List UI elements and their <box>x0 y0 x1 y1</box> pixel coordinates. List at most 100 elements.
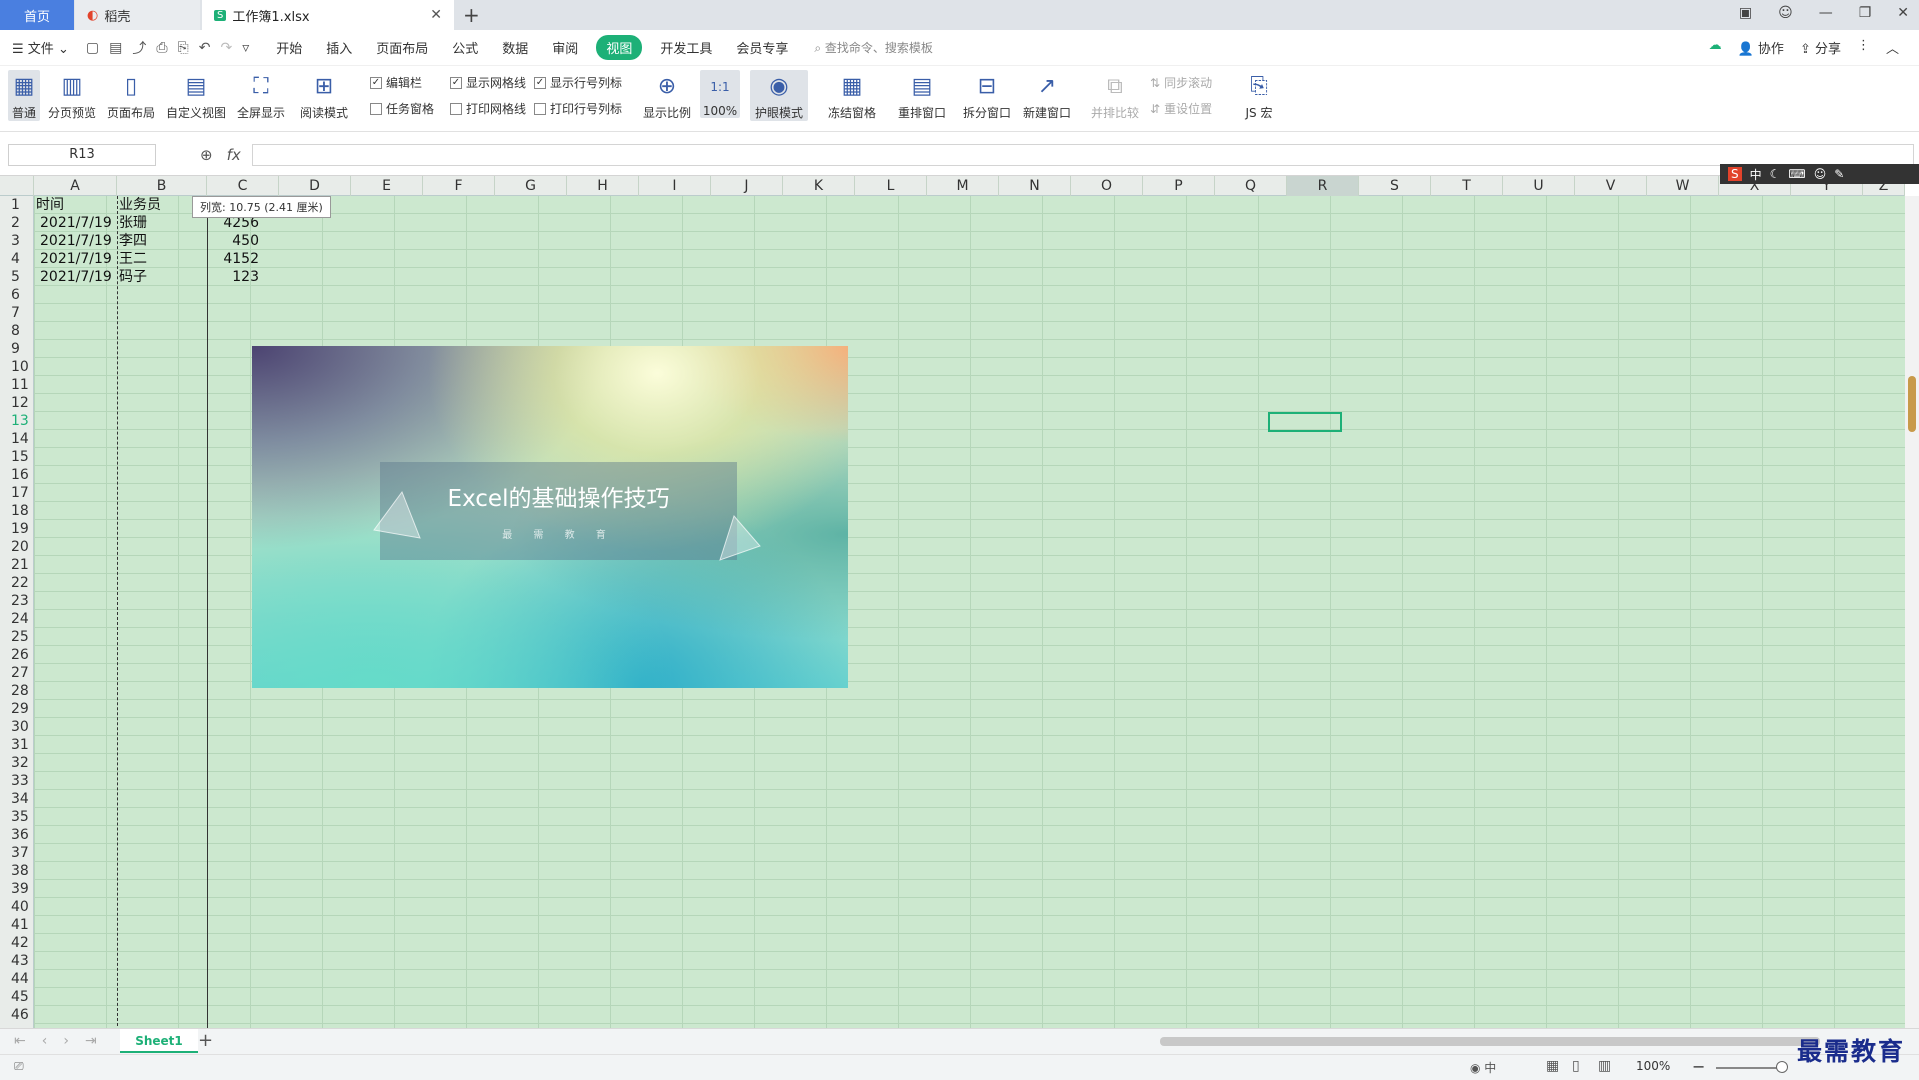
row-header-cell[interactable]: 1 <box>0 196 34 214</box>
row-header-cell[interactable]: 39 <box>0 880 34 898</box>
zoom-formula-icon[interactable]: ⊕ <box>200 146 213 164</box>
page-preview-button[interactable]: ▥ 分页预览 <box>46 70 98 121</box>
command-search[interactable]: ⌕ 查找命令、搜索模板 <box>814 39 933 56</box>
row-header-cell[interactable]: 5 <box>0 268 34 286</box>
cell-c3[interactable]: 450 <box>207 232 259 250</box>
row-header-cell[interactable]: 30 <box>0 718 34 736</box>
cell-c4[interactable]: 4152 <box>207 250 259 268</box>
task-pane-checkbox[interactable]: 任务窗格 <box>370 100 434 117</box>
macro-button[interactable]: ⎘ JS 宏 <box>1236 70 1282 121</box>
column-header-cell[interactable]: A <box>34 176 117 196</box>
menu-start[interactable]: 开始 <box>264 38 314 57</box>
formula-input[interactable] <box>252 144 1914 166</box>
reading-mode-button[interactable]: ⊞ 阅读模式 <box>294 70 354 121</box>
vertical-scrollbar[interactable] <box>1905 196 1919 1028</box>
row-header-cell[interactable]: 10 <box>0 358 34 376</box>
cell-b4[interactable]: 王二 <box>119 250 147 268</box>
macro-record-icon[interactable]: ⎚ <box>14 1059 24 1074</box>
row-header-cell[interactable]: 29 <box>0 700 34 718</box>
row-header-cell[interactable]: 11 <box>0 376 34 394</box>
cell-a1[interactable]: 时间 <box>36 196 64 214</box>
cloud-sync-icon[interactable]: ☁ <box>1709 38 1722 57</box>
add-sheet-button[interactable]: + <box>198 1030 213 1051</box>
row-header-cell[interactable]: 17 <box>0 484 34 502</box>
column-header-cell[interactable]: S <box>1359 176 1431 196</box>
layout-icon[interactable]: ▣ <box>1739 5 1752 21</box>
menu-member[interactable]: 会员专享 <box>724 38 800 57</box>
share-button[interactable]: ⇪ 分享 <box>1800 38 1841 57</box>
cell-b5[interactable]: 码子 <box>119 268 147 286</box>
next-sheet-icon[interactable]: › <box>63 1033 69 1049</box>
column-header-cell[interactable]: J <box>711 176 783 196</box>
column-header-cell[interactable]: C <box>207 176 279 196</box>
collapse-ribbon-icon[interactable]: ︿ <box>1886 38 1899 57</box>
ime-mode[interactable]: 中 <box>1750 166 1762 183</box>
tool-icon[interactable]: ✎ <box>1834 167 1844 181</box>
column-header-cell[interactable]: G <box>495 176 567 196</box>
print-icon[interactable]: ⎙ <box>151 40 172 56</box>
tab-home[interactable]: 首页 <box>0 0 74 30</box>
row-header-cell[interactable]: 33 <box>0 772 34 790</box>
row-header-cell[interactable]: 28 <box>0 682 34 700</box>
cell-c5[interactable]: 123 <box>207 268 259 286</box>
row-header-cell[interactable]: 34 <box>0 790 34 808</box>
row-header-cell[interactable]: 26 <box>0 646 34 664</box>
row-header-cell[interactable]: 22 <box>0 574 34 592</box>
save-icon[interactable]: ▤ <box>104 40 127 56</box>
name-box[interactable]: R13 <box>8 144 156 166</box>
zoom-button[interactable]: ⊕ 显示比例 <box>640 70 694 121</box>
cell-a2[interactable]: 2021/7/19 <box>40 214 112 232</box>
export-icon[interactable]: ⤴ <box>127 38 151 58</box>
show-gridlines-checkbox[interactable]: ✓ 显示网格线 <box>450 74 526 91</box>
first-sheet-icon[interactable]: ⇤ <box>14 1033 26 1049</box>
row-header-cell[interactable]: 35 <box>0 808 34 826</box>
fullscreen-button[interactable]: ⛶ 全屏显示 <box>234 70 288 121</box>
avatar[interactable]: ☺ <box>1778 5 1793 21</box>
row-header-cell[interactable]: 32 <box>0 754 34 772</box>
fx-icon[interactable]: fx <box>227 146 241 164</box>
print-headers-checkbox[interactable]: 打印行号列标 <box>534 100 622 117</box>
row-header-cell[interactable]: 45 <box>0 988 34 1006</box>
collab-button[interactable]: 👤 协作 <box>1738 38 1784 57</box>
row-header-cell[interactable]: 15 <box>0 448 34 466</box>
row-header-cell[interactable]: 16 <box>0 466 34 484</box>
select-all-corner[interactable] <box>0 176 34 196</box>
row-header-cell[interactable]: 6 <box>0 286 34 304</box>
restore-button[interactable]: ❐ <box>1859 5 1872 21</box>
menu-formula[interactable]: 公式 <box>440 38 490 57</box>
freeze-panes-button[interactable]: ▦ 冻结窗格 <box>822 70 882 121</box>
row-header-cell[interactable]: 12 <box>0 394 34 412</box>
row-header-cell[interactable]: 14 <box>0 430 34 448</box>
sogou-icon[interactable]: S <box>1728 167 1742 181</box>
row-header-cell[interactable]: 27 <box>0 664 34 682</box>
user-icon[interactable]: ☺ <box>1814 167 1827 181</box>
column-header-cell[interactable]: O <box>1071 176 1143 196</box>
column-header-cell[interactable]: V <box>1575 176 1647 196</box>
row-header-cell[interactable]: 13 <box>0 412 34 430</box>
arrange-windows-button[interactable]: ▤ 重排窗口 <box>892 70 952 121</box>
row-header-cell[interactable]: 38 <box>0 862 34 880</box>
cell-b3[interactable]: 李四 <box>119 232 147 250</box>
row-header-cell[interactable]: 36 <box>0 826 34 844</box>
prev-sheet-icon[interactable]: ‹ <box>42 1033 48 1049</box>
row-header-cell[interactable]: 21 <box>0 556 34 574</box>
row-header-cell[interactable]: 4 <box>0 250 34 268</box>
column-header-cell[interactable]: F <box>423 176 495 196</box>
column-header-cell[interactable]: H <box>567 176 639 196</box>
keyboard-icon[interactable]: ⌨ <box>1788 167 1805 181</box>
row-header-cell[interactable]: 24 <box>0 610 34 628</box>
row-header-cell[interactable]: 20 <box>0 538 34 556</box>
active-cell-r13[interactable] <box>1268 412 1342 432</box>
column-header-cell[interactable]: W <box>1647 176 1719 196</box>
tab-daoke[interactable]: ◐ 稻壳 <box>75 0 200 30</box>
column-header-cell[interactable]: U <box>1503 176 1575 196</box>
row-header-cell[interactable]: 31 <box>0 736 34 754</box>
custom-view-button[interactable]: ▤ 自定义视图 <box>164 70 228 121</box>
row-header-cell[interactable]: 18 <box>0 502 34 520</box>
eye-mode-status-icon[interactable]: ◉ 中 <box>1470 1059 1496 1076</box>
menu-developer[interactable]: 开发工具 <box>648 38 724 57</box>
zoom-100-button[interactable]: 1:1 100% <box>700 70 740 118</box>
undo-icon[interactable]: ↶ <box>194 40 216 56</box>
cell-b1[interactable]: 业务员 <box>119 196 161 214</box>
column-header-cell[interactable]: T <box>1431 176 1503 196</box>
